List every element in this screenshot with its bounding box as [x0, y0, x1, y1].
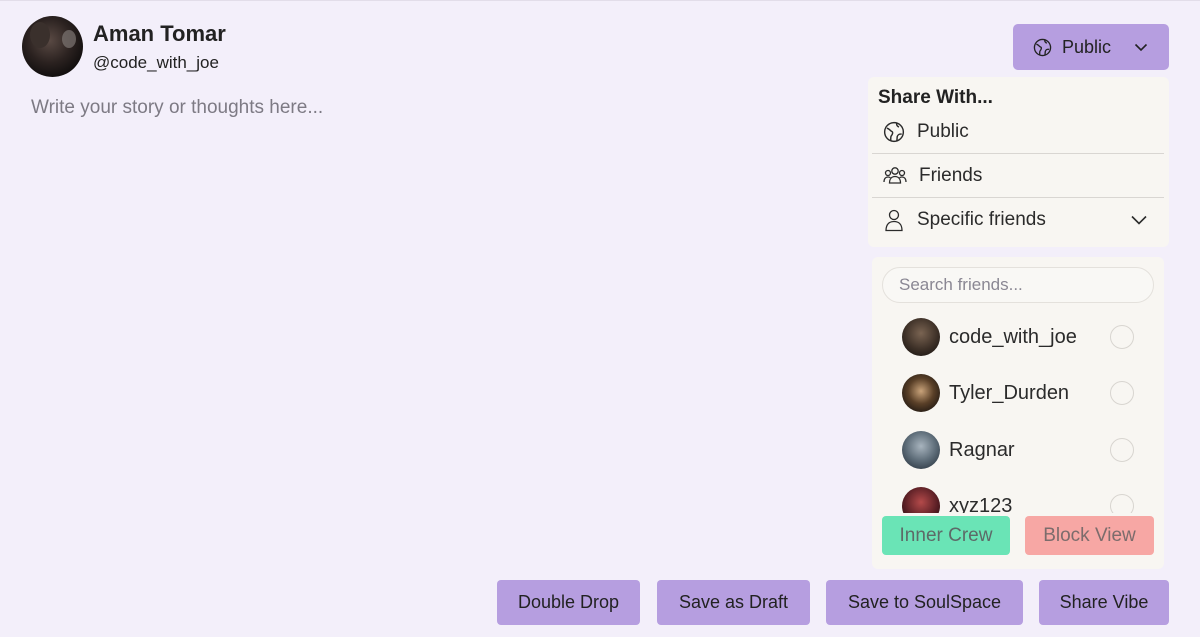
share-option-friends[interactable]: Friends [872, 155, 1164, 198]
friend-avatar [902, 374, 940, 412]
share-option-specific-friends[interactable]: Specific friends [872, 198, 1164, 241]
avatar[interactable] [22, 16, 83, 77]
share-with-menu: Share With... Public Friends Specific fr… [868, 77, 1169, 247]
friend-select-radio[interactable] [1110, 494, 1134, 513]
friend-name: Tyler_Durden [949, 381, 1070, 404]
friend-item[interactable]: Tyler_Durden [872, 365, 1164, 421]
top-divider [0, 0, 1200, 1]
chevron-down-icon [1133, 39, 1149, 55]
friend-name: xyz123 [949, 494, 1013, 514]
share-with-title: Share With... [878, 87, 993, 108]
share-option-public[interactable]: Public [872, 111, 1164, 154]
friend-item[interactable]: code_with_joe [872, 309, 1164, 365]
share-vibe-button[interactable]: Share Vibe [1039, 580, 1169, 625]
save-draft-button[interactable]: Save as Draft [657, 580, 810, 625]
chevron-down-icon[interactable] [1130, 212, 1148, 228]
friends-picker: code_with_joe Tyler_Durden Ragnar xyz123… [872, 257, 1164, 569]
share-option-label: Specific friends [917, 208, 1046, 230]
friend-name: Ragnar [949, 438, 1015, 461]
friend-avatar [902, 487, 940, 513]
privacy-dropdown-button[interactable]: Public [1013, 24, 1169, 70]
friend-search-input[interactable] [882, 267, 1154, 303]
users-icon [883, 165, 907, 187]
globe-icon [1033, 38, 1052, 57]
friend-avatar [902, 431, 940, 469]
friend-name: code_with_joe [949, 325, 1077, 348]
friend-item[interactable]: Ragnar [872, 422, 1164, 478]
friend-avatar [902, 318, 940, 356]
inner-crew-button[interactable]: Inner Crew [882, 516, 1010, 555]
share-option-label: Public [917, 121, 969, 142]
story-input[interactable] [31, 93, 831, 123]
user-name: Aman Tomar [93, 21, 226, 46]
friend-list[interactable]: code_with_joe Tyler_Durden Ragnar xyz123 [872, 309, 1164, 513]
friend-select-radio[interactable] [1110, 325, 1134, 349]
privacy-selected-label: Public [1062, 36, 1112, 57]
save-to-soulspace-button[interactable]: Save to SoulSpace [826, 580, 1023, 625]
double-drop-button[interactable]: Double Drop [497, 580, 640, 625]
share-option-label: Friends [919, 165, 983, 186]
friend-select-radio[interactable] [1110, 438, 1134, 462]
block-view-button[interactable]: Block View [1025, 516, 1154, 555]
user-icon [883, 208, 905, 232]
globe-icon [883, 121, 905, 143]
friend-item[interactable]: xyz123 [872, 478, 1164, 513]
friend-select-radio[interactable] [1110, 381, 1134, 405]
user-handle: @code_with_joe [93, 53, 219, 72]
